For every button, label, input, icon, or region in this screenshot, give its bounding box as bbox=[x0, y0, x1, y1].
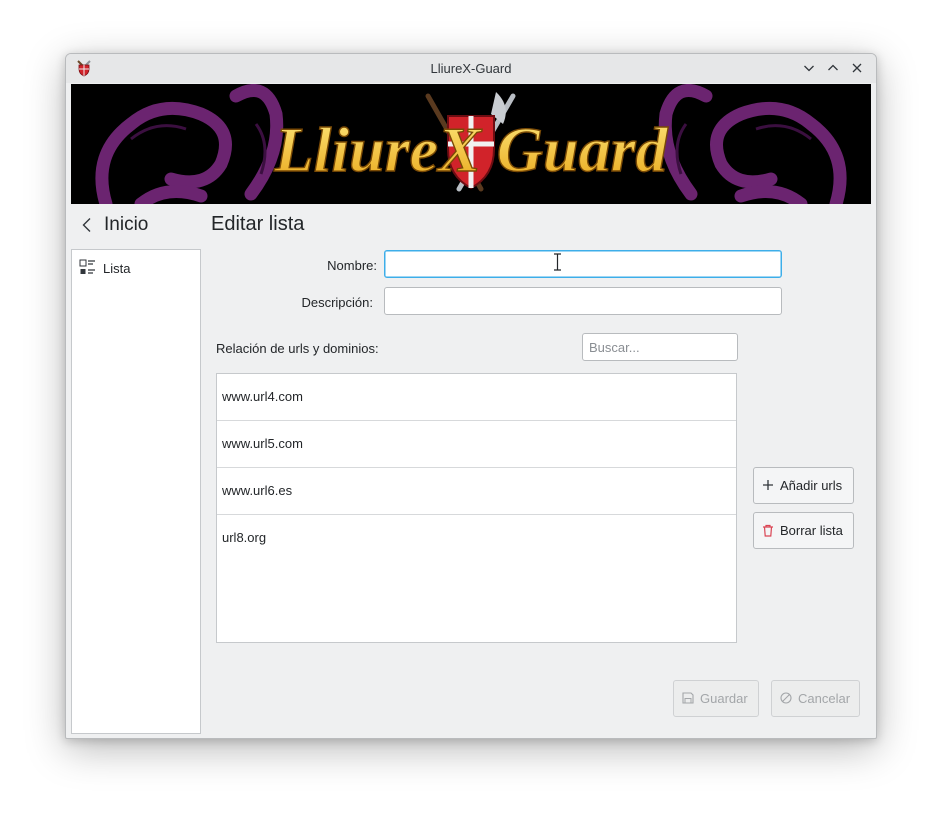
text-cursor-icon bbox=[554, 253, 561, 271]
chevron-left-icon bbox=[82, 218, 91, 232]
cancel-button[interactable]: Cancelar bbox=[771, 680, 860, 717]
delete-list-label: Borrar lista bbox=[780, 523, 843, 538]
list-item[interactable]: www.url4.com bbox=[217, 374, 736, 421]
banner-image: LliureX Guard bbox=[71, 84, 871, 204]
cancel-icon bbox=[780, 692, 792, 704]
minimize-button[interactable] bbox=[801, 60, 817, 76]
banner-logo: LliureX Guard bbox=[95, 84, 847, 204]
urls-label: Relación de urls y dominios: bbox=[216, 341, 379, 356]
close-button[interactable] bbox=[849, 60, 865, 76]
name-input[interactable] bbox=[384, 250, 782, 278]
chevron-up-icon bbox=[828, 64, 838, 71]
list-icon bbox=[79, 259, 95, 274]
name-label: Nombre: bbox=[327, 258, 377, 273]
sidebar-item-label: Lista bbox=[103, 261, 131, 276]
sidebar-item-lista[interactable]: Lista bbox=[72, 254, 200, 282]
maximize-button[interactable] bbox=[825, 60, 841, 76]
add-urls-button[interactable]: Añadir urls bbox=[753, 467, 854, 504]
save-label: Guardar bbox=[700, 691, 748, 706]
dragon-right-icon bbox=[658, 84, 847, 204]
add-urls-label: Añadir urls bbox=[780, 478, 843, 493]
description-label: Descripción: bbox=[301, 295, 373, 310]
list-item[interactable]: www.url5.com bbox=[217, 421, 736, 468]
window-title: LliureX-Guard bbox=[430, 61, 512, 76]
banner-title: LliureX Guard bbox=[274, 114, 669, 185]
cancel-label: Cancelar bbox=[798, 691, 851, 706]
trash-icon bbox=[763, 524, 773, 537]
back-label: Inicio bbox=[104, 214, 149, 235]
chevron-down-icon bbox=[804, 65, 814, 72]
list-item[interactable]: www.url6.es bbox=[217, 468, 736, 515]
save-icon bbox=[682, 692, 694, 704]
delete-list-button[interactable]: Borrar lista bbox=[753, 512, 854, 549]
page-title: Editar lista bbox=[211, 213, 305, 235]
close-icon bbox=[852, 63, 862, 73]
dragon-left-icon bbox=[95, 84, 284, 204]
list-item[interactable]: url8.org bbox=[217, 515, 736, 562]
description-input[interactable] bbox=[384, 287, 782, 315]
title-bar[interactable]: LliureX-Guard bbox=[66, 54, 876, 83]
save-button[interactable]: Guardar bbox=[673, 680, 759, 717]
search-input[interactable] bbox=[582, 333, 738, 361]
plus-icon bbox=[763, 480, 773, 490]
app-window: LliureX-Guard LliureX Guard Inicio Lista… bbox=[65, 53, 877, 739]
urls-list[interactable]: www.url4.com www.url5.com www.url6.es ur… bbox=[216, 373, 737, 643]
sidebar: Lista bbox=[71, 249, 201, 734]
